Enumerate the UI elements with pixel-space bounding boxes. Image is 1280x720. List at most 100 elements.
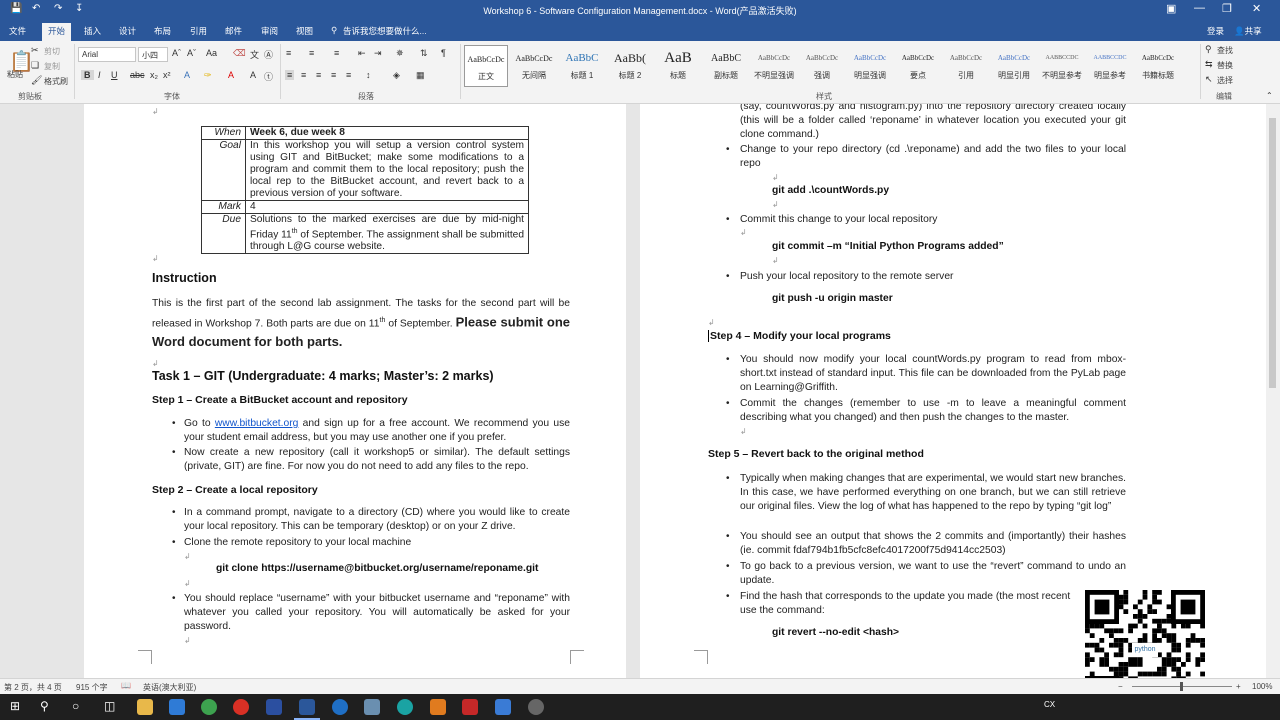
zoom-in-icon[interactable]: +: [1236, 682, 1241, 691]
decrease-indent-icon[interactable]: ⇤: [358, 48, 366, 59]
cut-label[interactable]: 剪切: [44, 46, 60, 57]
vscode-icon[interactable]: [169, 699, 185, 715]
app-icon[interactable]: [495, 699, 511, 715]
ime-indicator[interactable]: CX: [1044, 700, 1055, 709]
proofing-icon[interactable]: 📖: [121, 681, 131, 690]
shrink-font-icon[interactable]: Aˇ: [187, 48, 196, 58]
sort-icon[interactable]: ⇅: [420, 48, 428, 59]
zoom-level[interactable]: 100%: [1252, 682, 1272, 691]
style-item[interactable]: AaBb(标题 2: [608, 45, 652, 87]
bold-icon[interactable]: B: [81, 70, 94, 80]
tab-design[interactable]: 设计: [119, 25, 136, 37]
bullets-icon[interactable]: ≡: [286, 48, 291, 58]
tell-me-box[interactable]: 告诉我您想要做什么...: [343, 25, 427, 37]
distributed-icon[interactable]: ≡: [346, 70, 351, 80]
chinese-layout-icon[interactable]: ✵: [396, 48, 404, 59]
char-shading-icon[interactable]: A: [250, 70, 256, 80]
align-left-icon[interactable]: ≡: [285, 70, 295, 80]
style-item[interactable]: AaBbCcDc 书籍标题: [1136, 45, 1180, 87]
app-icon[interactable]: [233, 699, 249, 715]
line-spacing-icon[interactable]: ↕: [366, 70, 371, 80]
collapse-ribbon-icon[interactable]: ⌃: [1266, 91, 1273, 100]
cut-icon[interactable]: ✂: [31, 45, 39, 56]
app-icon[interactable]: [364, 699, 380, 715]
align-center-icon[interactable]: ≡: [301, 70, 306, 80]
text-effects-icon[interactable]: A: [184, 70, 190, 80]
justify-icon[interactable]: ≡: [331, 70, 336, 80]
tab-layout[interactable]: 布局: [154, 25, 171, 37]
app-icon[interactable]: [397, 699, 413, 715]
style-item[interactable]: AaBbCcDc 强调: [800, 45, 844, 87]
select-icon[interactable]: ↖: [1205, 74, 1213, 85]
search-icon[interactable]: ⚲: [40, 699, 49, 713]
task-view-icon[interactable]: ◫: [104, 699, 115, 713]
multilevel-list-icon[interactable]: ≡: [334, 48, 339, 58]
style-item[interactable]: AaB 标题: [656, 45, 700, 87]
show-marks-icon[interactable]: ¶: [441, 48, 446, 58]
app-icon[interactable]: [430, 699, 446, 715]
change-case-icon[interactable]: Aa: [206, 48, 217, 58]
italic-icon[interactable]: I: [98, 70, 101, 80]
borders-icon[interactable]: ▦: [416, 70, 425, 81]
style-item[interactable]: AaBbC 标题 1: [560, 45, 604, 87]
style-item[interactable]: AaBbCcDc 引用: [944, 45, 988, 87]
page-count[interactable]: 第 2 页，共 4 页: [4, 682, 62, 693]
tab-home[interactable]: 开始: [42, 23, 72, 43]
cortana-icon[interactable]: ○: [72, 699, 79, 713]
powershell-icon[interactable]: [266, 699, 282, 715]
shading-icon[interactable]: ◈: [393, 70, 400, 81]
tab-file[interactable]: 文件: [9, 25, 26, 37]
copy-label[interactable]: 复制: [44, 61, 60, 72]
style-item[interactable]: AaBbCcDc 不明显强调: [752, 45, 796, 87]
align-right-icon[interactable]: ≡: [316, 70, 321, 80]
zoom-out-icon[interactable]: −: [1118, 682, 1123, 691]
phonetic-icon[interactable]: 文: [250, 48, 259, 61]
paste-label[interactable]: 粘贴: [7, 69, 23, 80]
char-border-icon[interactable]: ⓣ: [264, 70, 273, 83]
bitbucket-link[interactable]: www.bitbucket.org: [215, 418, 299, 429]
style-item[interactable]: AABBCCDC 不明显参考: [1040, 45, 1084, 87]
tab-view[interactable]: 视图: [296, 25, 313, 37]
windows-start-icon[interactable]: ⊞: [10, 699, 20, 713]
app-icon[interactable]: [528, 699, 544, 715]
format-painter-label[interactable]: 格式刷: [44, 76, 68, 87]
replace-icon[interactable]: ⇆: [1205, 59, 1213, 70]
sign-in-link[interactable]: 登录: [1207, 25, 1224, 37]
file-explorer-icon[interactable]: [137, 699, 153, 715]
zoom-slider-handle[interactable]: [1180, 682, 1183, 691]
copy-icon[interactable]: ❏: [31, 60, 39, 71]
clear-format-icon[interactable]: ⌫: [233, 48, 246, 59]
pdf-icon[interactable]: [462, 699, 478, 715]
tab-insert[interactable]: 插入: [84, 25, 101, 37]
grow-font-icon[interactable]: Aˆ: [172, 48, 181, 58]
chrome-icon[interactable]: [201, 699, 217, 715]
style-item[interactable]: AaBbCcDc 正文: [464, 45, 508, 87]
vertical-scrollbar[interactable]: [1266, 104, 1280, 678]
underline-icon[interactable]: U: [111, 70, 118, 80]
font-size-box[interactable]: 小四: [138, 47, 168, 62]
style-item[interactable]: AaBbCcDc 明显强调: [848, 45, 892, 87]
edge-icon[interactable]: [332, 699, 348, 715]
subscript-icon[interactable]: x₂: [150, 70, 158, 80]
numbering-icon[interactable]: ≡: [309, 48, 314, 58]
select-label[interactable]: 选择: [1217, 75, 1233, 86]
minimize-icon[interactable]: —: [1194, 2, 1205, 14]
format-painter-icon[interactable]: 🖌: [31, 75, 42, 86]
ribbon-display-icon[interactable]: ▣: [1166, 2, 1176, 15]
tab-mailings[interactable]: 邮件: [225, 25, 242, 37]
enclose-char-icon[interactable]: Ⓐ: [264, 48, 273, 61]
find-icon[interactable]: ⚲: [1205, 44, 1212, 55]
font-name-box[interactable]: Arial: [78, 47, 136, 62]
maximize-icon[interactable]: ❐: [1222, 2, 1232, 15]
word-icon[interactable]: [299, 699, 315, 715]
strikethrough-icon[interactable]: abc: [130, 70, 145, 80]
scrollbar-thumb[interactable]: [1269, 118, 1276, 388]
style-item[interactable]: AaBbCcDc 要点: [896, 45, 940, 87]
superscript-icon[interactable]: x²: [163, 70, 171, 80]
style-item[interactable]: AaBbCcDc 明显引用: [992, 45, 1036, 87]
find-label[interactable]: 查找: [1217, 45, 1233, 56]
style-item[interactable]: AaBbCcDc 无间隔: [512, 45, 556, 87]
close-icon[interactable]: ✕: [1252, 2, 1261, 15]
highlight-icon[interactable]: ✑: [204, 70, 212, 81]
tab-review[interactable]: 审阅: [261, 25, 278, 37]
